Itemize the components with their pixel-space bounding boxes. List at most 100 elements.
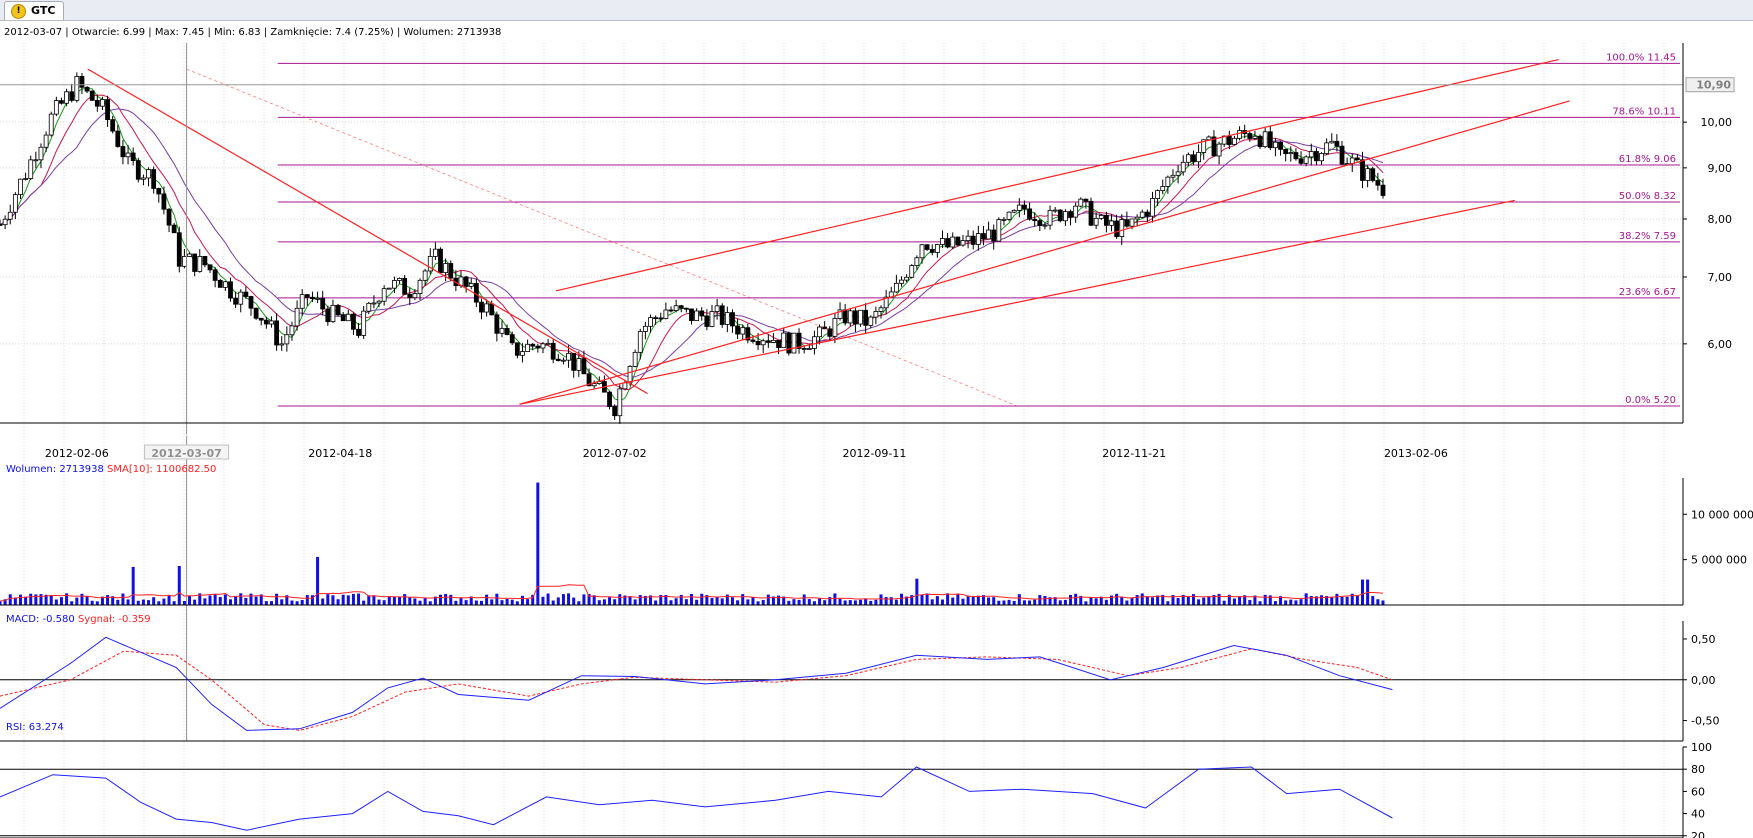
candle-body [873,311,879,318]
trend-lines[interactable] [87,59,1570,407]
volume-bar [520,595,524,605]
candle-body [858,309,863,325]
candle-body [120,146,126,158]
volume-bar [853,600,857,605]
macd-panel[interactable]: MACD: -0.580 Sygnał: -0.359 0,50 0,00 -0,5… [0,614,1719,731]
volume-bar [121,593,125,605]
volume-bar [684,599,688,605]
date-tick-label: 2013-02-06 [1384,447,1448,460]
tab-label: GTC [31,4,56,17]
candle-body [89,90,95,101]
volume-bar [1340,596,1344,605]
volume-bar [1299,599,1303,605]
chart-area[interactable]: 100.0% 11.45 78.6% 10.11 61.8% 9.06 50.0% 8… [0,21,1753,838]
volume-bar [70,601,74,605]
volume-bar [1360,579,1364,605]
price-panel[interactable]: 100.0% 11.45 78.6% 10.11 61.8% 9.06 50.0% 8… [0,27,1735,741]
volume-bar [177,565,181,605]
candle-body [1262,131,1268,148]
volume-bar [321,598,325,605]
volume-bar [608,597,612,605]
candle-body [1144,211,1150,217]
candle-body [673,305,679,311]
volume-bar [208,595,212,605]
candle-body [125,152,131,158]
volume-bar [1069,594,1073,605]
candle-body [494,314,500,334]
candle-body [468,283,474,287]
volume-bar [1248,599,1252,605]
rsi-header: RSI: 63.274 [6,722,64,733]
grid [0,43,1683,838]
volume-bar [95,601,99,605]
candle-body [299,294,305,309]
volume-bar [582,594,586,605]
volume-bar [1345,596,1349,605]
candle-body [1247,133,1253,139]
candle-body [345,313,351,322]
candle-body [1380,184,1386,196]
tab-gtc[interactable]: ! GTC [4,1,64,20]
volume-bar [992,597,996,605]
volume-bar [362,600,366,605]
volume-panel[interactable]: Wolumen: 2713938 SMA[10]: 1100682.50 10 … [0,464,1753,605]
macd-header: MACD: -0.580 Sygnał: -0.359 [6,614,151,625]
candle-body [909,265,915,278]
candle-body [1160,186,1166,191]
volume-bar [290,600,294,605]
volume-bar [346,595,350,605]
volume-bar [413,598,417,605]
candle-body [525,343,530,352]
volume-bar [1094,598,1098,605]
volume-bar [449,594,453,605]
volume-bar [1120,597,1124,605]
volume-bar [428,601,432,605]
volume-bar [280,599,284,605]
volume-bar [1166,601,1170,605]
candle-body [827,328,833,337]
candle-body [187,253,192,257]
candle-body [28,159,34,179]
candle-body [904,276,910,281]
candle-body [212,269,218,281]
candle-body [1360,159,1365,181]
trend-line [186,68,1018,407]
volume-bar [116,599,120,605]
candle-body [1057,209,1063,222]
candle-body [366,302,372,312]
candle-body [207,264,213,271]
volume-bar [106,595,110,605]
candle-body [637,331,643,353]
cursor-date-label: 2012-03-07 [151,447,221,460]
rsi-tick-label: 40 [1691,808,1705,821]
volume-bar [869,600,873,605]
volume-tick-label: 5 000 000 [1691,554,1747,567]
rsi-tick-label: 60 [1691,785,1705,798]
candle-body [243,291,249,297]
volume-bar [188,595,192,605]
volume-bar [792,599,796,605]
volume-bar [1125,600,1129,605]
volume-bar [1084,601,1088,605]
candle-body [228,281,233,299]
moving-averages [0,88,1384,402]
candle-body [1298,158,1304,164]
volume-bar [541,596,545,605]
volume-bar [756,601,760,605]
candle-body [694,310,700,321]
volume-bar [741,594,745,605]
candle-body [176,232,182,267]
volume-bar [818,598,822,605]
candle-body [709,311,715,327]
candle-body [781,332,787,348]
volume-bar [1089,597,1093,605]
candle-body [965,235,971,241]
volume-bar [987,597,991,605]
volume-bar [474,600,478,605]
rsi-panel[interactable]: RSI: 63.274 100 80 60 40 20 [0,722,1712,838]
volume-bar [423,597,427,605]
candle-body [1283,149,1289,155]
candle-body [545,342,551,345]
candle-body [110,119,116,132]
candle-body [1185,154,1191,163]
